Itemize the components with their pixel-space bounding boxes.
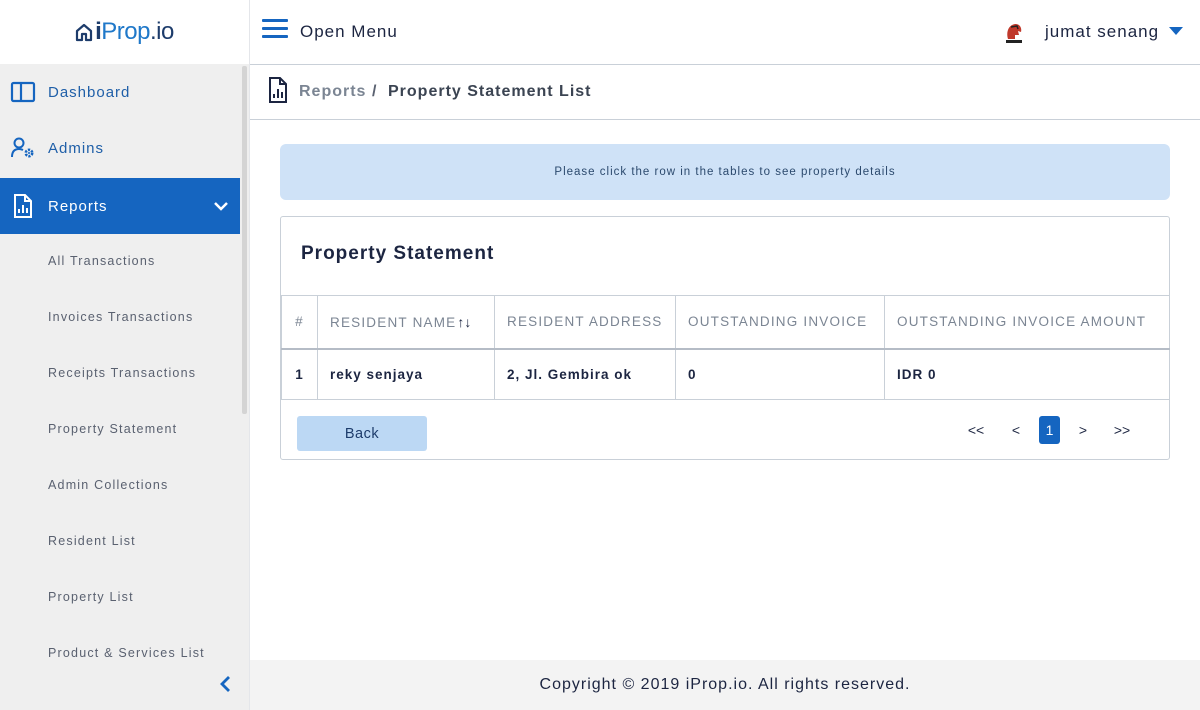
logo-text-io: .io [150, 18, 174, 45]
app-root: i Prop .io Open Menu jumat senang Dashboar… [0, 0, 1200, 710]
report-document-icon [14, 194, 32, 218]
column-header-outstanding-invoice: OUTSTANDING INVOICE [675, 295, 885, 350]
sidebar-subitem-property-statement[interactable]: Property Statement [0, 402, 240, 458]
sidebar-item-label: Dashboard [48, 83, 131, 101]
chevron-left-icon[interactable] [216, 674, 234, 694]
sidebar-subitem-product-services-list[interactable]: Product & Services List [0, 626, 240, 682]
sidebar-item-label: Admins [48, 139, 105, 157]
hamburger-menu-icon[interactable] [262, 19, 288, 45]
sidebar-subitem-all-transactions[interactable]: All Transactions [0, 234, 240, 290]
sidebar-item-label: Reports [48, 197, 108, 215]
user-settings-icon [11, 137, 34, 158]
breadcrumb: Reports / Property Statement List [250, 65, 1200, 120]
cell-resident-address: 2, Jl. Gembira ok [494, 348, 676, 400]
card-title: Property Statement [301, 243, 495, 264]
info-alert-text: Please click the row in the tables to se… [554, 166, 896, 178]
sidebar-subitem-label: Product & Services List [48, 646, 205, 660]
sidebar-subitem-invoices-transactions[interactable]: Invoices Transactions [0, 290, 240, 346]
table-row[interactable]: 1 reky senjaya 2, Jl. Gembira ok 0 IDR 0 [281, 348, 1170, 400]
logo[interactable]: i Prop .io [75, 18, 174, 46]
sidebar-subitem-label: Admin Collections [48, 478, 169, 492]
sidebar-subitem-receipts-transactions[interactable]: Receipts Transactions [0, 346, 240, 402]
property-statement-card: Property Statement # RESIDENT NAME↑↓ RES… [280, 216, 1170, 460]
column-header-number: # [281, 295, 318, 350]
sidebar-subitem-label: Invoices Transactions [48, 310, 194, 324]
cell-number: 1 [281, 348, 318, 400]
pagination-page-1[interactable]: 1 [1039, 416, 1060, 444]
logo-area: i Prop .io [0, 0, 250, 64]
sidebar-subitem-label: Receipts Transactions [48, 366, 197, 380]
open-menu-label[interactable]: Open Menu [300, 22, 398, 42]
breadcrumb-separator: / [372, 83, 377, 100]
pagination-prev-button[interactable]: < [1006, 416, 1026, 444]
sidebar-subitem-property-list[interactable]: Property List [0, 570, 240, 626]
breadcrumb-link-reports[interactable]: Reports [299, 83, 366, 101]
chevron-down-icon[interactable] [214, 202, 228, 211]
sidebar-subitem-label: Property Statement [48, 422, 178, 436]
sidebar-subitem-admin-collections[interactable]: Admin Collections [0, 458, 240, 514]
top-header: Open Menu jumat senang [250, 0, 1200, 65]
sidebar-subitem-label: Resident List [48, 534, 136, 548]
caret-down-icon[interactable] [1169, 27, 1183, 35]
cell-resident-name: reky senjaya [317, 348, 495, 400]
pagination-first-button[interactable]: << [961, 416, 991, 444]
sidebar-item-reports[interactable]: Reports [0, 178, 240, 234]
sidebar-item-dashboard[interactable]: Dashboard [0, 64, 240, 120]
sidebar-scrollbar[interactable] [242, 66, 247, 414]
footer: Copyright © 2019 iProp.io. All rights re… [250, 660, 1200, 710]
sidebar: Dashboard Admins Reports All Transaction… [0, 64, 250, 710]
table-header-row: # RESIDENT NAME↑↓ RESIDENT ADDRESS OUTST… [281, 295, 1170, 350]
sidebar-subitem-label: Property List [48, 590, 134, 604]
home-logo-icon [76, 23, 93, 42]
user-avatar[interactable] [1001, 19, 1027, 45]
user-name[interactable]: jumat senang [1045, 22, 1159, 42]
column-header-outstanding-invoice-amount: OUTSTANDING INVOICE AMOUNT [884, 295, 1170, 350]
pagination-next-button[interactable]: > [1073, 416, 1093, 444]
dashboard-icon [10, 81, 36, 103]
column-header-resident-address: RESIDENT ADDRESS [494, 295, 676, 350]
back-button[interactable]: Back [297, 416, 427, 451]
sidebar-item-admins[interactable]: Admins [0, 120, 240, 176]
info-alert: Please click the row in the tables to se… [280, 144, 1170, 200]
logo-text-prop: Prop [101, 18, 150, 45]
property-statement-table: # RESIDENT NAME↑↓ RESIDENT ADDRESS OUTST… [281, 295, 1170, 400]
copyright-text: Copyright © 2019 iProp.io. All rights re… [539, 676, 911, 693]
sort-icon[interactable]: ↑↓ [457, 314, 471, 330]
sidebar-subitem-resident-list[interactable]: Resident List [0, 514, 240, 570]
cell-outstanding-invoice: 0 [675, 348, 885, 400]
pagination-last-button[interactable]: >> [1107, 416, 1137, 444]
report-document-icon [269, 77, 287, 103]
column-header-resident-name[interactable]: RESIDENT NAME↑↓ [317, 295, 495, 350]
sidebar-subitem-label: All Transactions [48, 254, 156, 268]
breadcrumb-current: Property Statement List [388, 83, 592, 100]
cell-outstanding-invoice-amount: IDR 0 [884, 348, 1170, 400]
column-header-label: RESIDENT NAME [330, 314, 457, 330]
